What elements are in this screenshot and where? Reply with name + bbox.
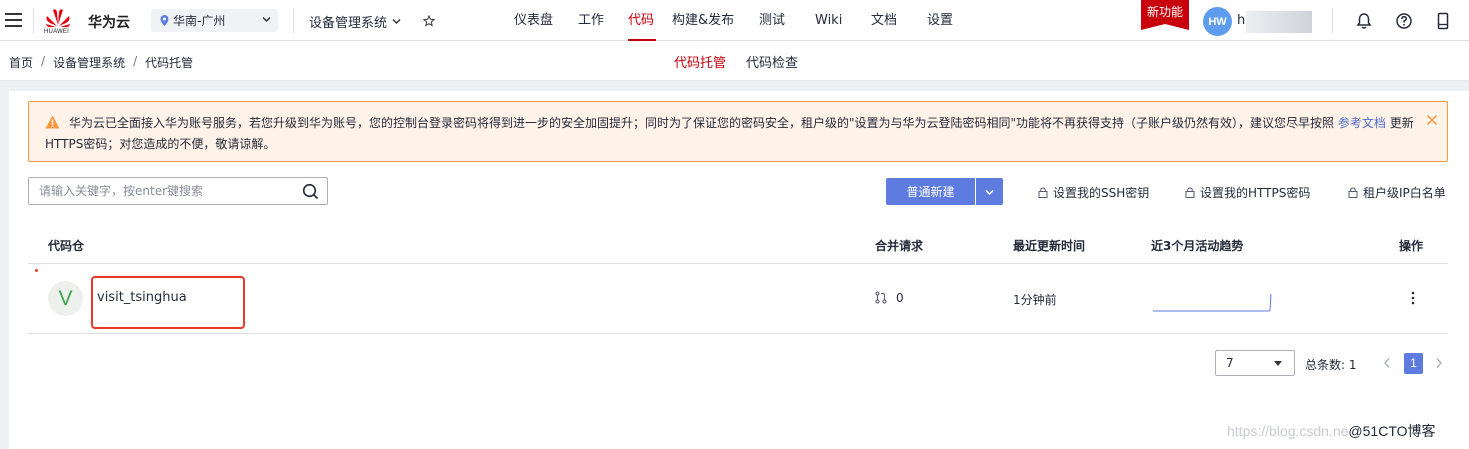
https-password-label: 设置我的HTTPS密码 — [1200, 186, 1311, 200]
column-header-repo: 代码仓 — [48, 239, 85, 253]
service-label: 设备管理系统 — [309, 16, 388, 31]
new-repo-button[interactable]: 普通新建 — [886, 178, 975, 205]
ssh-key-link[interactable]: 设置我的SSH密钥 — [1038, 184, 1149, 201]
mobile-icon[interactable] — [1434, 12, 1452, 30]
tab-code-hosting[interactable]: 代码托管 — [674, 52, 726, 71]
region-label: 华南-广州 — [173, 14, 226, 28]
annotation-dot — [35, 269, 38, 272]
column-header-actions: 操作 — [1399, 239, 1424, 253]
service-selector[interactable]: 设备管理系统 — [309, 12, 401, 31]
alert-text-before: 华为云已全面接入华为账号服务，若您升级到华为账号，您的控制台登录密码将得到进一步… — [69, 116, 1338, 130]
watermark-url: https://blog.csdn.ne — [1227, 423, 1349, 439]
nav-wiki[interactable]: Wiki — [815, 0, 871, 41]
region-selector[interactable]: 华南-广州 — [151, 9, 278, 32]
lock-icon — [1348, 187, 1358, 198]
ip-whitelist-link[interactable]: 租户级IP白名单 — [1348, 184, 1446, 201]
search-input[interactable] — [29, 178, 294, 204]
help-icon[interactable] — [1395, 12, 1413, 30]
table-row-divider — [28, 333, 1448, 334]
repo-avatar: V — [48, 281, 83, 316]
ssh-key-label: 设置我的SSH密钥 — [1053, 186, 1150, 200]
nav-build-release[interactable]: 构建&发布 — [672, 0, 759, 41]
alert-message: 华为云已全面接入华为账号服务，若您升级到华为账号，您的控制台登录密码将得到进一步… — [45, 113, 1417, 155]
bell-icon[interactable] — [1355, 12, 1373, 30]
lock-icon — [1038, 187, 1048, 198]
chevron-down-icon — [985, 189, 994, 196]
main-nav: 仪表盘 工作 代码 构建&发布 测试 Wiki 文档 设置 — [514, 0, 967, 41]
chevron-down-icon — [392, 18, 401, 25]
page-size-select[interactable]: 7 — [1215, 350, 1295, 376]
nav-code[interactable]: 代码 — [628, 0, 656, 41]
nav-docs[interactable]: 文档 — [871, 0, 927, 41]
breadcrumb: 首页 / 设备管理系统 / 代码托管 — [9, 54, 193, 71]
new-feature-badge[interactable]: 新功能 — [1141, 0, 1189, 30]
updated-time: 1分钟前 — [1013, 293, 1057, 307]
username-mask — [1246, 11, 1312, 33]
caret-down-icon — [1274, 361, 1282, 366]
nav-work[interactable]: 工作 — [578, 0, 628, 41]
more-vertical-icon[interactable] — [1411, 291, 1415, 305]
close-icon[interactable] — [1426, 114, 1438, 126]
breadcrumb-separator: / — [133, 54, 138, 68]
https-password-link[interactable]: 设置我的HTTPS密码 — [1185, 184, 1310, 201]
top-navbar: HUAWEI 华为云 华南-广州 设备管理系统 仪表盘 工作 代码 构建&发布 … — [0, 0, 1469, 41]
table-header-divider — [28, 263, 1448, 264]
column-header-merge-requests: 合并请求 — [875, 239, 924, 253]
chevron-right-icon[interactable] — [1435, 357, 1443, 369]
menu-icon[interactable] — [5, 13, 22, 27]
breadcrumb-separator: / — [41, 54, 46, 68]
chevron-left-icon[interactable] — [1383, 357, 1391, 369]
breadcrumb-home[interactable]: 首页 — [9, 54, 33, 71]
page-number-current[interactable]: 1 — [1404, 353, 1423, 374]
new-repo-dropdown-button[interactable] — [976, 178, 1003, 205]
location-pin-icon — [160, 15, 169, 26]
annotation-highlight-box — [91, 276, 245, 329]
divider — [293, 8, 294, 33]
search-icon[interactable] — [302, 183, 319, 200]
watermark: https://blog.csdn.ne@51CTO博客 — [1227, 421, 1436, 441]
alert-banner: 华为云已全面接入华为账号服务，若您升级到华为账号，您的控制台登录密码将得到进一步… — [28, 101, 1448, 162]
avatar[interactable]: HW — [1203, 7, 1232, 36]
page-size-value: 7 — [1226, 356, 1234, 370]
divider — [1332, 8, 1333, 33]
star-icon[interactable] — [423, 15, 435, 27]
chevron-down-icon — [262, 16, 271, 23]
divider — [33, 8, 34, 33]
merge-request-icon — [875, 291, 887, 304]
username[interactable]: h — [1237, 13, 1245, 28]
logo-text: HUAWEI — [44, 29, 69, 35]
breadcrumb-project[interactable]: 设备管理系统 — [53, 54, 125, 71]
ip-whitelist-label: 租户级IP白名单 — [1363, 186, 1446, 200]
alert-doc-link[interactable]: 参考文档 — [1338, 116, 1386, 130]
watermark-tag: @51CTO博客 — [1348, 423, 1436, 439]
tab-code-check[interactable]: 代码检查 — [746, 52, 798, 71]
column-header-updated: 最近更新时间 — [1013, 239, 1086, 253]
merge-request-count[interactable]: 0 — [896, 291, 904, 305]
nav-test[interactable]: 测试 — [759, 0, 815, 41]
total-count: 总条数: 1 — [1305, 358, 1357, 372]
activity-trend-sparkline — [1153, 293, 1272, 312]
lock-icon — [1185, 187, 1195, 198]
search-box — [28, 177, 328, 205]
brand-name[interactable]: 华为云 — [88, 12, 130, 32]
nav-settings[interactable]: 设置 — [927, 0, 967, 41]
column-header-trend: 近3个月活动趋势 — [1151, 239, 1244, 253]
breadcrumb-current: 代码托管 — [145, 56, 194, 70]
sub-navbar: 首页 / 设备管理系统 / 代码托管 代码托管 代码检查 — [0, 41, 1469, 81]
nav-dashboard[interactable]: 仪表盘 — [514, 0, 578, 41]
